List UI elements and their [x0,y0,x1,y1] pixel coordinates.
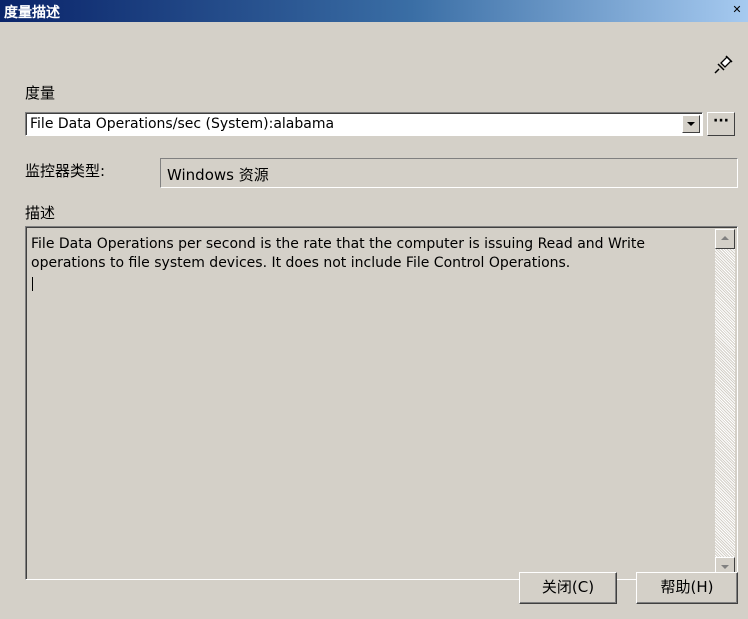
help-button[interactable]: 帮助(H) [636,572,738,604]
monitor-type-label: 监控器类型: [25,162,106,180]
metric-label: 度量 [25,84,56,102]
pin-icon[interactable] [712,52,736,76]
chevron-down-icon[interactable] [682,115,700,133]
metric-select[interactable]: File Data Operations/sec (System):alabam… [25,112,703,136]
title-bar: 度量描述 ✕ [0,0,748,22]
monitor-type-field: Windows 资源 [160,158,738,188]
metric-select-value: File Data Operations/sec (System):alabam… [30,116,335,132]
browse-button[interactable]: ··· [707,112,735,136]
text-caret [32,277,33,291]
close-icon[interactable]: ✕ [729,3,745,18]
close-button[interactable]: 关闭(C) [519,572,617,604]
monitor-type-value: Windows 资源 [167,166,269,184]
description-text: File Data Operations per second is the r… [31,236,645,271]
description-label: 描述 [25,204,56,222]
vertical-scrollbar[interactable] [715,229,735,577]
description-textarea[interactable]: File Data Operations per second is the r… [25,226,738,580]
window-title: 度量描述 [4,5,60,21]
scroll-up-arrow-icon[interactable] [715,229,735,249]
